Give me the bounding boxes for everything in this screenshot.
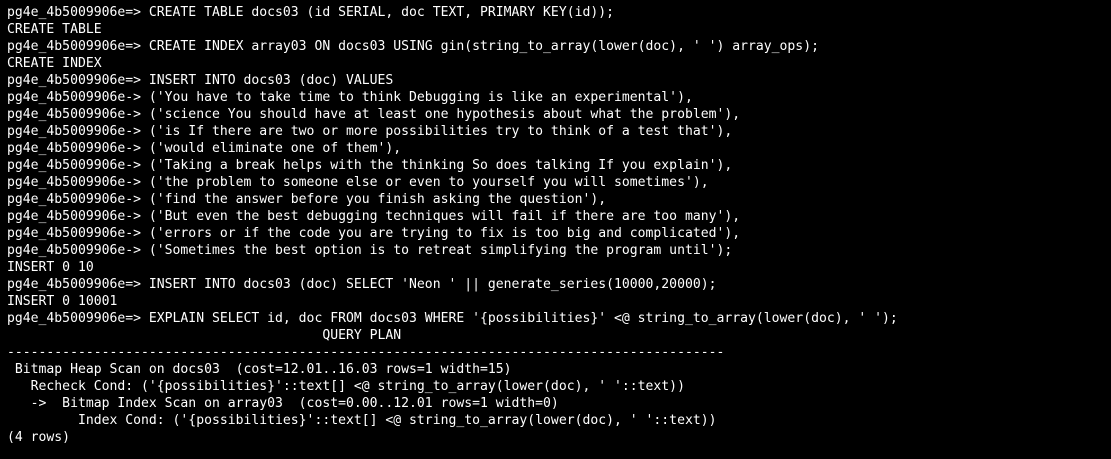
terminal-line: INSERT 0 10001 (7, 294, 118, 309)
query-plan-line: Index Cond: ('{possibilities}'::text[] <… (7, 413, 717, 428)
query-plan-header: QUERY PLAN (7, 328, 402, 343)
terminal-line: pg4e_4b5009906e-> ('would eliminate one … (7, 141, 402, 156)
terminal-line: pg4e_4b5009906e-> ('Taking a break helps… (7, 158, 733, 173)
query-plan-divider: ----------------------------------------… (7, 345, 725, 360)
terminal-window[interactable]: pg4e_4b5009906e=> CREATE TABLE docs03 (i… (0, 0, 1111, 459)
query-plan-line: Bitmap Heap Scan on docs03 (cost=12.01..… (7, 362, 512, 377)
terminal-line: pg4e_4b5009906e=> EXPLAIN SELECT id, doc… (7, 311, 898, 326)
terminal-line: CREATE TABLE (7, 22, 102, 37)
terminal-line: pg4e_4b5009906e=> CREATE TABLE docs03 (i… (7, 5, 614, 20)
terminal-line: pg4e_4b5009906e-> ('is If there are two … (7, 124, 733, 139)
query-plan-line: -> Bitmap Index Scan on array03 (cost=0.… (7, 396, 559, 411)
terminal-line: pg4e_4b5009906e-> ('science You should h… (7, 107, 741, 122)
terminal-line: pg4e_4b5009906e-> ('But even the best de… (7, 209, 741, 224)
terminal-line: pg4e_4b5009906e=> CREATE INDEX array03 O… (7, 39, 819, 54)
terminal-line: CREATE INDEX (7, 56, 102, 71)
terminal-line: pg4e_4b5009906e-> ('find the answer befo… (7, 192, 607, 207)
terminal-line: pg4e_4b5009906e-> ('You have to take tim… (7, 90, 693, 105)
terminal-line: pg4e_4b5009906e=> INSERT INTO docs03 (do… (7, 277, 717, 292)
terminal-line: pg4e_4b5009906e-> ('errors or if the cod… (7, 226, 741, 241)
terminal-line: pg4e_4b5009906e=> INSERT INTO docs03 (do… (7, 73, 394, 88)
terminal-line: INSERT 0 10 (7, 260, 94, 275)
row-count: (4 rows) (7, 430, 71, 445)
terminal-line: pg4e_4b5009906e-> ('Sometimes the best o… (7, 243, 733, 258)
terminal-line: pg4e_4b5009906e-> ('the problem to someo… (7, 175, 709, 190)
query-plan-line: Recheck Cond: ('{possibilities}'::text[]… (7, 379, 685, 394)
